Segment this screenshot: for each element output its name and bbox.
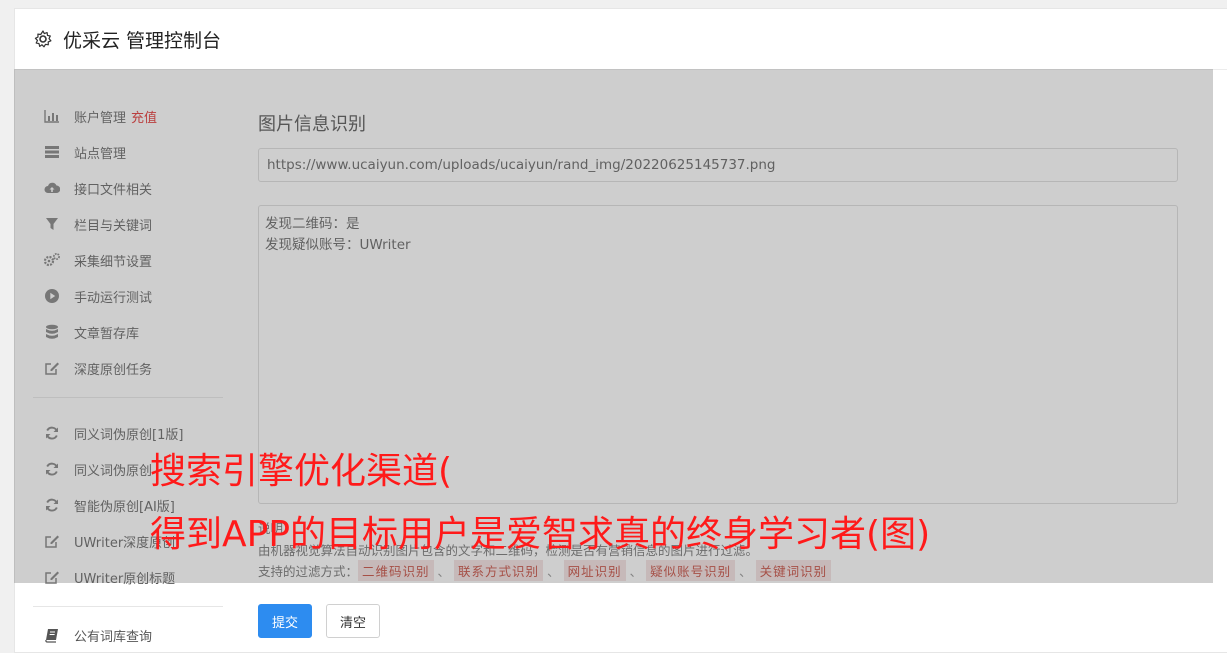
sidebar-item-collect-settings[interactable]: 采集细节设置 [43, 249, 152, 271]
sidebar-item-label: 接口文件相关 [74, 182, 153, 198]
main-content: 图片信息识别 发现二维码：是 发现疑似账号：UWriter 说明： 由机器视觉算… [258, 70, 1191, 652]
sidebar-item-columns[interactable]: 栏目与关键词 [43, 213, 152, 235]
book-icon [43, 627, 61, 643]
sidebar-item-deep-task[interactable]: 深度原创任务 [43, 357, 152, 379]
sidebar-divider [33, 606, 223, 607]
sidebar-item-synonym-v1[interactable]: 同义词伪原创[1版] [43, 422, 183, 444]
recharge-link[interactable]: 充值 [131, 107, 157, 126]
sidebar-item-label: 智能伪原创[AI版] [74, 499, 175, 515]
result-line: 发现疑似账号：UWriter [265, 237, 411, 253]
sidebar: 账户管理 充值 站点管理 接口文件相关 栏目与关键词 采集细节设置 手动运行测试… [15, 70, 240, 652]
submit-button[interactable]: 提交 [258, 604, 312, 638]
sidebar-item-label: 账户管理 [74, 110, 127, 126]
sidebar-item-label: 手动运行测试 [74, 290, 153, 306]
filter-methods: 支持的过滤方式： 二维码识别、 联系方式识别、 网址识别、 疑似账号识别、 关键… [258, 560, 832, 581]
watermark-line-2: 得到APP的目标用户是爱智求真的终身学习者(图) [150, 514, 931, 555]
filter-tag: 关键词识别 [755, 560, 832, 581]
server-icon [43, 144, 61, 160]
clear-button[interactable]: 清空 [326, 604, 380, 638]
sidebar-item-interface[interactable]: 接口文件相关 [43, 177, 152, 199]
image-url-input[interactable] [258, 148, 1178, 182]
edit-icon [43, 360, 61, 376]
sidebar-item-smart-ai[interactable]: 智能伪原创[AI版] [43, 494, 175, 516]
sidebar-item-article-store[interactable]: 文章暂存库 [43, 321, 139, 343]
sidebar-item-public-lexicon[interactable]: 公有词库查询 [43, 624, 152, 646]
filter-tag: 二维码识别 [358, 560, 434, 581]
filter-label: 支持的过滤方式： [258, 564, 359, 579]
sidebar-item-label: 栏目与关键词 [74, 218, 153, 234]
sidebar-item-label: 深度原创任务 [74, 362, 153, 378]
sidebar-item-label: 公有词库查询 [74, 629, 153, 645]
sidebar-item-label: 同义词伪原创[1版] [74, 427, 184, 443]
sidebar-divider [33, 397, 223, 398]
page-title: 优采云 管理控制台 [63, 29, 222, 52]
sidebar-item-label: 同义词伪原创 [74, 463, 153, 479]
sidebar-item-label: 文章暂存库 [74, 326, 140, 342]
sidebar-item-sites[interactable]: 站点管理 [43, 141, 126, 163]
refresh-icon [43, 497, 61, 513]
refresh-icon [43, 425, 61, 441]
cloud-upload-icon [43, 180, 61, 196]
app-window: 优采云 管理控制台 账户管理 充值 站点管理 接口文件相关 栏目与关键词 采集细… [14, 8, 1227, 653]
filter-tag: 联系方式识别 [454, 560, 544, 581]
sidebar-item-uwriter-title[interactable]: UWriter原创标题 [43, 566, 175, 588]
edit-icon [43, 569, 61, 585]
play-circle-icon [43, 288, 61, 304]
database-icon [43, 324, 61, 340]
result-line: 发现二维码：是 [265, 216, 360, 232]
gear-icon [33, 29, 53, 49]
filter-icon [43, 216, 61, 232]
sidebar-item-label: 站点管理 [74, 146, 127, 162]
section-title: 图片信息识别 [258, 114, 366, 135]
watermark-line-1: 搜索引擎优化渠道( [150, 451, 453, 492]
top-bar: 优采云 管理控制台 [15, 9, 1227, 70]
sidebar-item-label: 采集细节设置 [74, 254, 153, 270]
gears-icon [43, 252, 61, 268]
filter-tag: 疑似账号识别 [646, 560, 736, 581]
sidebar-item-account[interactable]: 账户管理 充值 [43, 105, 157, 127]
refresh-icon [43, 461, 61, 477]
edit-icon [43, 533, 61, 549]
filter-tag: 网址识别 [563, 560, 626, 581]
sidebar-item-synonym[interactable]: 同义词伪原创 [43, 458, 152, 480]
bar-chart-icon [43, 108, 61, 124]
sidebar-item-label: UWriter原创标题 [74, 571, 176, 587]
sidebar-item-manual-run[interactable]: 手动运行测试 [43, 285, 152, 307]
